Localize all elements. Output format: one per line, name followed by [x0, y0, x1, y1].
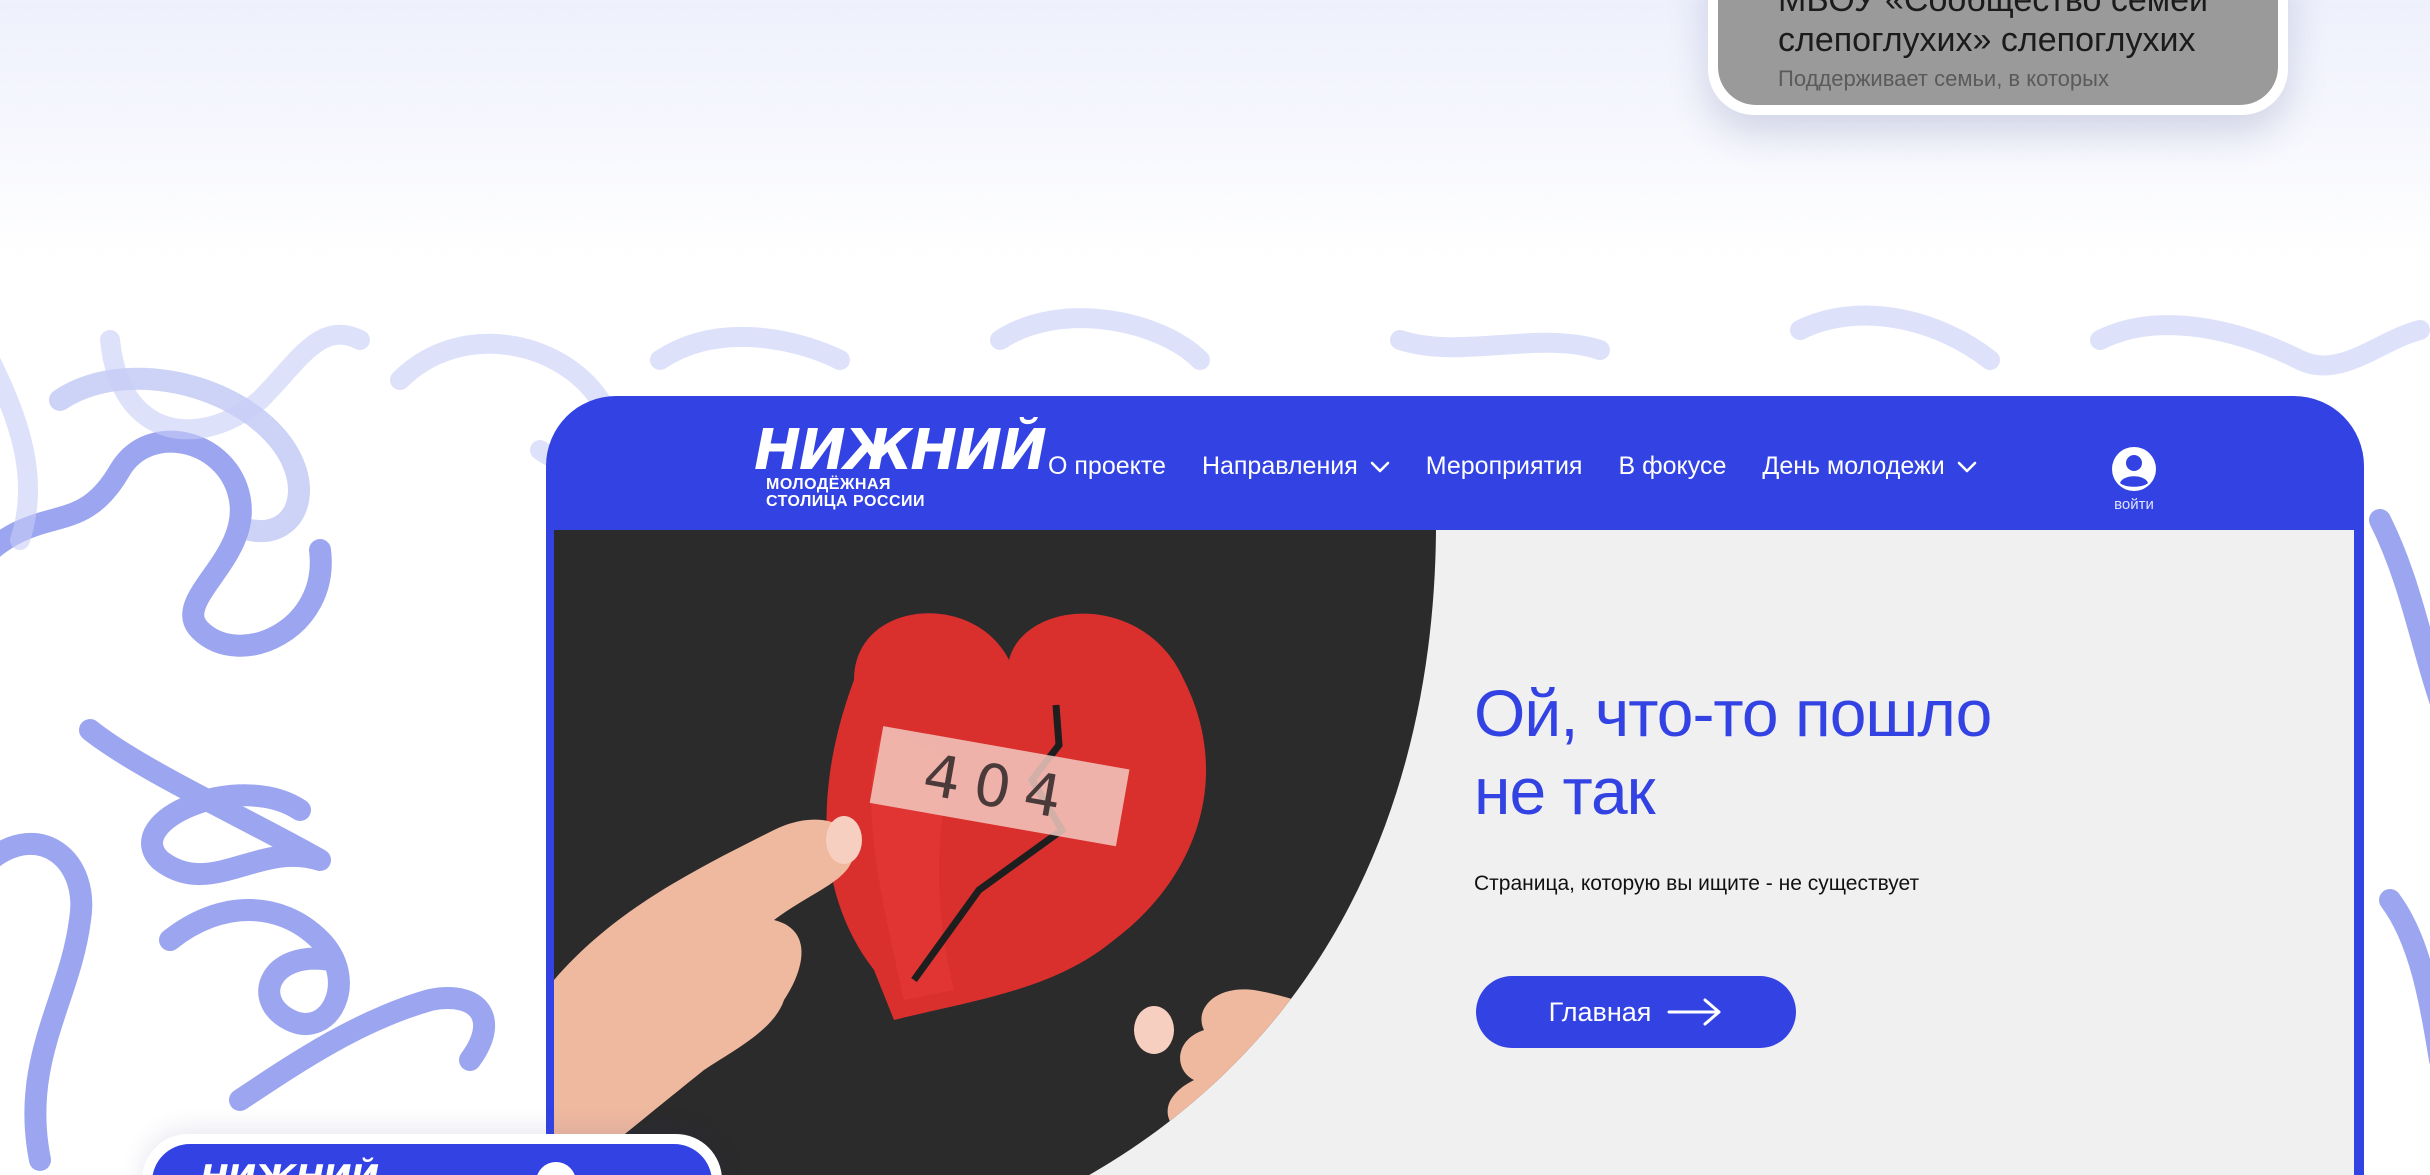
phone-preview-card: МБОУ «Сообщество семей слепоглухих» слеп… — [1708, 0, 2288, 115]
arrow-right-icon — [1667, 998, 1721, 1026]
nav-item-label: День молодежи — [1762, 452, 1945, 480]
phone-preview-title-line: слепоглухих» слепоглухих — [1778, 21, 2196, 59]
login-button[interactable]: войти — [2102, 446, 2166, 513]
site-logo[interactable]: НИЖНИЙ МОЛОДЁЖНАЯ СТОЛИЦА РОССИИ — [754, 418, 1047, 511]
nav-item-events[interactable]: Мероприятия — [1426, 452, 1583, 481]
site-header: НИЖНИЙ МОЛОДЁЖНАЯ СТОЛИЦА РОССИИ О проек… — [546, 396, 2364, 530]
nav-item-about[interactable]: О проекте — [1048, 452, 1166, 481]
home-button-label: Главная — [1548, 996, 1652, 1027]
user-icon — [2112, 447, 2156, 491]
nav-item-label: Направления — [1201, 452, 1358, 480]
error-description: Страница, которую вы ищите - не существу… — [1474, 872, 1920, 895]
phone-preview-subtitle: Поддерживает семьи, в которых — [1778, 66, 2109, 91]
nav-item-focus[interactable]: В фокусе — [1618, 452, 1726, 481]
chevron-down-icon — [1370, 461, 1390, 472]
nav-item-label: В фокусе — [1618, 452, 1727, 480]
phone-preview-title-line: МБОУ «Сообщество семей — [1778, 0, 2209, 19]
logo-wordmark: НИЖНИЙ — [754, 418, 1047, 483]
nav-item-youth-day[interactable]: День молодежи — [1762, 452, 1976, 481]
error-title: Ой, что-то пошло не так — [1474, 674, 1992, 830]
mini-user-icon — [536, 1162, 576, 1175]
broken-heart-photo: 404 — [554, 530, 1436, 1175]
main-nav: О проекте Направления Мероприятия В фоку… — [1048, 452, 2013, 481]
mini-logo: НИЖНИЙ — [200, 1158, 379, 1175]
home-button[interactable]: Главная — [1476, 976, 1796, 1048]
phone-preview-screen: МБОУ «Сообщество семей слепоглухих» слеп… — [1718, 0, 2278, 105]
mini-device-header: НИЖНИЙ — [152, 1144, 712, 1175]
mini-device-preview: НИЖНИЙ — [142, 1134, 722, 1175]
chevron-down-icon — [1957, 461, 1976, 472]
nav-item-label: О проекте — [1048, 452, 1166, 480]
error-title-line: не так — [1474, 754, 1656, 828]
logo-subtitle-line: СТОЛИЦА РОССИИ — [766, 493, 926, 510]
phone-preview-title: МБОУ «Сообщество семей слепоглухих» слеп… — [1778, 0, 2250, 60]
error-page-content: 404 Ой, что-то пошло не так Страница, ко… — [554, 530, 2354, 1175]
nav-item-directions[interactable]: Направления — [1202, 452, 1390, 481]
nav-item-label: Мероприятия — [1425, 452, 1583, 480]
laptop-frame: НИЖНИЙ МОЛОДЁЖНАЯ СТОЛИЦА РОССИИ О проек… — [546, 396, 2364, 1175]
error-title-line: Ой, что-то пошло — [1474, 676, 1992, 750]
login-label: войти — [2114, 496, 2154, 513]
